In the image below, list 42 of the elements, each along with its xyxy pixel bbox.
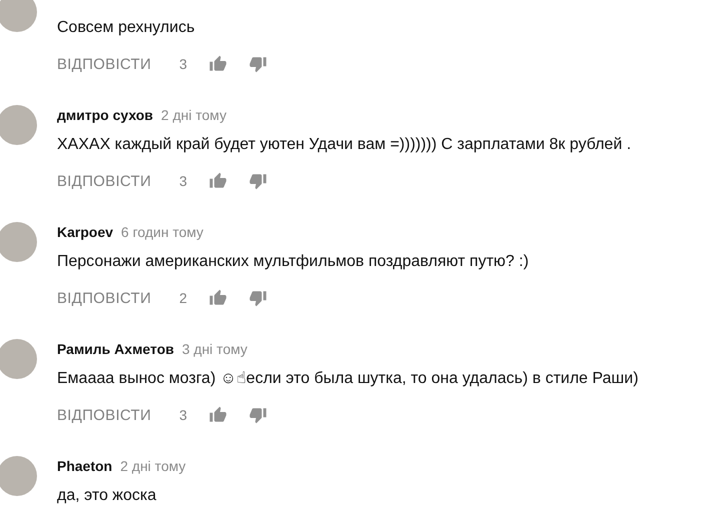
comment-time[interactable]: 6 годин тому: [121, 224, 204, 240]
thumbs-down-icon: [249, 55, 268, 73]
thumbs-down-icon: [249, 289, 268, 307]
comment-author[interactable]: Phaeton: [57, 458, 112, 474]
like-button[interactable]: [209, 55, 228, 73]
reply-button[interactable]: ВІДПОВІСТИ: [57, 290, 152, 306]
comment-time[interactable]: 3 дні тому: [182, 341, 248, 357]
comment-text: Персонажи американских мультфильмов поздравляют путю? :): [57, 252, 529, 272]
dislike-button[interactable]: [249, 172, 268, 190]
comment-time[interactable]: 2 дні тому: [161, 107, 226, 123]
comment-time[interactable]: 2 дні тому: [120, 458, 186, 474]
like-button[interactable]: [209, 172, 228, 190]
comment-text: да, это жоска: [57, 486, 158, 506]
thumbs-down-icon: [249, 172, 268, 190]
comment-text: Совсем рехнулись: [57, 18, 196, 38]
comment-text: ХАХАХ каждый край будет уютен Удачи вам =))))))) С зарплатами 8к рублей .: [57, 135, 632, 155]
like-count: 2: [179, 290, 188, 306]
comment-author[interactable]: дмитро сухов: [57, 107, 154, 123]
thumbs-up-icon: [209, 55, 228, 73]
reply-button[interactable]: ВІДПОВІСТИ: [57, 56, 152, 72]
avatar-placeholder[interactable]: [0, 339, 37, 379]
thumbs-up-icon: [209, 406, 228, 424]
avatar-placeholder[interactable]: [0, 0, 37, 32]
avatar-placeholder[interactable]: [0, 456, 37, 496]
like-button[interactable]: [209, 289, 228, 307]
comment-author[interactable]: Рамиль Ахметов: [57, 341, 174, 357]
dislike-button[interactable]: [249, 55, 268, 73]
avatar-placeholder[interactable]: [0, 105, 37, 145]
thumbs-down-icon: [249, 406, 268, 424]
thumbs-up-icon: [209, 289, 228, 307]
comment-author[interactable]: Karpoev: [57, 224, 114, 240]
thumbs-up-icon: [209, 172, 228, 190]
reply-button[interactable]: ВІДПОВІСТИ: [57, 172, 152, 190]
dislike-button[interactable]: [249, 406, 268, 424]
comment-text: Емаааа вынос мозга) ☺☝если это была шутка, то она удалась) в стиле Раши): [57, 369, 638, 389]
dislike-button[interactable]: [249, 289, 268, 307]
like-count: 3: [179, 407, 188, 423]
like-count: 3: [179, 56, 188, 72]
reply-button[interactable]: ВІДПОВІСТИ: [57, 406, 152, 424]
avatar-placeholder[interactable]: [0, 222, 37, 262]
like-button[interactable]: [209, 406, 228, 424]
like-count: 3: [179, 173, 188, 189]
